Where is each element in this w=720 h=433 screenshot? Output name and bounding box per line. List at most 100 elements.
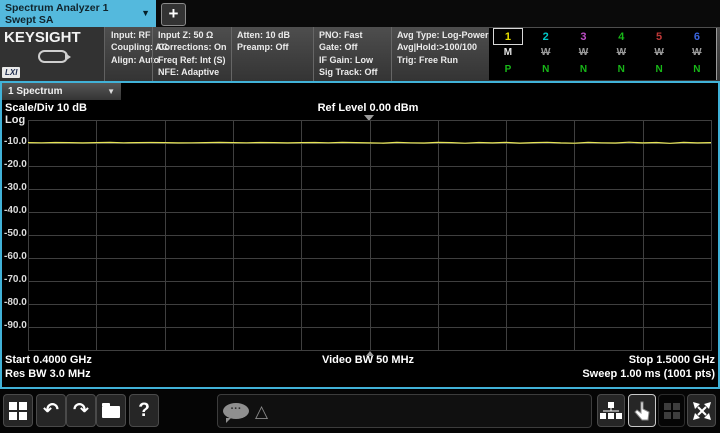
settings-column-1[interactable]: Input: RF Coupling: AC Align: Auto xyxy=(106,27,169,81)
settings-column-4[interactable]: PNO: Fast Gate: Off IF Gain: Low Sig Track:… xyxy=(313,27,391,81)
redo-button[interactable]: ↷ xyxy=(66,394,96,427)
setting-line: Preamp: Off xyxy=(237,42,289,53)
chevron-down-icon[interactable]: ▼ xyxy=(141,8,150,18)
trace-column-6[interactable]: 6 WN xyxy=(678,28,716,80)
ref-level-label[interactable]: Ref Level 0.00 dBm xyxy=(168,102,568,114)
trace-number: 6 xyxy=(693,31,700,43)
res-bw-label[interactable]: Res BW 3.0 MHz xyxy=(5,368,91,380)
fullscreen-icon xyxy=(692,401,711,420)
settings-columns: Input: RF Coupling: AC Align: Auto Input Z:… xyxy=(106,27,489,81)
setting-line: Input Z: 50 Ω xyxy=(158,30,214,40)
windows-start-button[interactable] xyxy=(3,394,33,427)
amplitude-tick-label: -20.0 xyxy=(4,159,27,170)
touch-mode-button[interactable] xyxy=(628,394,656,427)
settings-column-3[interactable]: Atten: 10 dB Preamp: Off xyxy=(231,27,313,81)
file-explorer-button[interactable] xyxy=(96,394,126,427)
keysight-logo: KEYSIGHT xyxy=(4,29,81,46)
brand-block: KEYSIGHT LXI xyxy=(0,27,105,81)
setting-line: Avg Type: Log-Power xyxy=(397,30,489,40)
help-button[interactable]: ? xyxy=(129,394,159,427)
continuous-sweep-icon xyxy=(38,50,71,63)
trace-mode: W xyxy=(540,47,551,58)
setting-line: Input: RF xyxy=(111,30,151,40)
center-frequency-marker-icon xyxy=(366,351,374,356)
bottom-toolbar: ↶ ↷ ? ··· △ xyxy=(0,390,720,433)
window-grid-icon xyxy=(663,402,680,419)
help-icon: ? xyxy=(138,400,150,421)
cursor-triangle-icon: △ xyxy=(255,401,269,421)
comment-bubble-icon[interactable]: ··· xyxy=(223,403,249,423)
amplitude-scale-type-label: Log xyxy=(5,114,26,126)
redo-icon: ↷ xyxy=(73,400,89,421)
spectrum-graticule[interactable] xyxy=(28,120,712,351)
arrange-windows-icon xyxy=(600,402,622,419)
trace-column-5[interactable]: 5 WN xyxy=(640,28,678,80)
start-frequency-label[interactable]: Start 0.4000 GHz xyxy=(5,354,92,366)
trace-number: 4 xyxy=(618,31,625,43)
trace-number: 3 xyxy=(580,31,587,43)
setting-line: Align: Auto xyxy=(111,54,160,65)
setting-line: IF Gain: Low xyxy=(319,54,373,65)
trace-detector: N xyxy=(655,64,663,75)
trace-detector: N xyxy=(617,64,625,75)
fullscreen-button[interactable] xyxy=(687,394,716,427)
settings-header: KEYSIGHT LXI Input: RF Coupling: AC Align:… xyxy=(0,27,720,81)
amplitude-tick-label: -70.0 xyxy=(4,274,27,285)
trace-column-4[interactable]: 4 WN xyxy=(602,28,640,80)
window-selector-dropdown[interactable]: 1 Spectrum ▼ xyxy=(2,83,121,100)
settings-column-5[interactable]: Avg Type: Log-Power Avg|Hold:>100/100 Trig… xyxy=(391,27,489,81)
trace-number: 2 xyxy=(542,31,549,43)
lxi-badge: LXI xyxy=(2,67,21,78)
touch-pointer-icon xyxy=(634,401,650,420)
setting-line: Freq Ref: Int (S) xyxy=(158,54,226,65)
amplitude-tick-label: -60.0 xyxy=(4,251,27,262)
trace-detector: N xyxy=(542,64,550,75)
annotation-input-panel[interactable]: ··· △ xyxy=(217,394,592,428)
amplitude-tick-label: -30.0 xyxy=(4,182,27,193)
amplitude-tick-label: -10.0 xyxy=(4,136,27,147)
trace-column-2[interactable]: 2 WN xyxy=(527,28,565,80)
arrange-windows-button[interactable] xyxy=(597,394,625,427)
setting-line: NFE: Adaptive xyxy=(158,67,220,78)
setting-line: PNO: Fast xyxy=(319,30,363,40)
trace-column-3[interactable]: 3 WN xyxy=(565,28,603,80)
chevron-down-icon: ▼ xyxy=(107,87,115,96)
trace-number: 5 xyxy=(656,31,663,43)
setting-line: Corrections: On xyxy=(158,42,227,53)
amplitude-tick-label: -80.0 xyxy=(4,297,27,308)
header-right-divider xyxy=(716,28,717,80)
trace-mode: W xyxy=(654,47,664,58)
amplitude-tick-label: -90.0 xyxy=(4,320,27,331)
app-tab-bar: Spectrum Analyzer 1 Swept SA ▼ + xyxy=(0,0,720,27)
analyzer-mode-tab[interactable]: Spectrum Analyzer 1 Swept SA ▼ xyxy=(0,0,156,27)
undo-icon: ↶ xyxy=(43,400,59,421)
setting-line: Sig Track: Off xyxy=(319,67,378,78)
add-tab-button[interactable]: + xyxy=(161,3,186,26)
trace-column-1[interactable]: 1 MP xyxy=(489,28,527,80)
window-grid-button[interactable] xyxy=(658,394,685,427)
stop-frequency-label[interactable]: Stop 1.5000 GHz xyxy=(629,354,715,366)
settings-column-2[interactable]: Input Z: 50 Ω Corrections: On Freq Ref: In… xyxy=(152,27,231,81)
scale-per-div-label[interactable]: Scale/Div 10 dB xyxy=(5,102,87,114)
setting-line: Avg|Hold:>100/100 xyxy=(397,42,477,53)
windows-logo-icon xyxy=(9,401,27,420)
trace-detector: P xyxy=(504,64,512,75)
trace-detector-table: 1MP2WN3WN4WN5WN6WN xyxy=(489,28,716,80)
sweep-time-label[interactable]: Sweep 1.00 ms (1001 pts) xyxy=(582,368,715,380)
trace-mode: W xyxy=(692,47,702,58)
spectrum-window: 1 Spectrum ▼ Scale/Div 10 dB Ref Level 0… xyxy=(0,81,720,389)
window-title: 1 Spectrum xyxy=(8,86,63,97)
undo-button[interactable]: ↶ xyxy=(36,394,66,427)
folder-icon xyxy=(102,403,120,418)
spectrum-trace-1 xyxy=(28,141,712,144)
setting-line: Gate: Off xyxy=(319,42,358,53)
trace-detector: N xyxy=(693,64,701,75)
trace-number: 1 xyxy=(493,28,523,45)
trace-mode: W xyxy=(616,47,627,58)
spectrum-analyzer-screen: Spectrum Analyzer 1 Swept SA ▼ + KEYSIGH… xyxy=(0,0,720,433)
setting-line: Coupling: AC xyxy=(111,42,169,53)
setting-line: Trig: Free Run xyxy=(397,54,459,65)
setting-line: Atten: 10 dB xyxy=(237,30,291,40)
amplitude-tick-label: -40.0 xyxy=(4,205,27,216)
analyzer-tab-subtitle: Swept SA xyxy=(5,14,54,26)
